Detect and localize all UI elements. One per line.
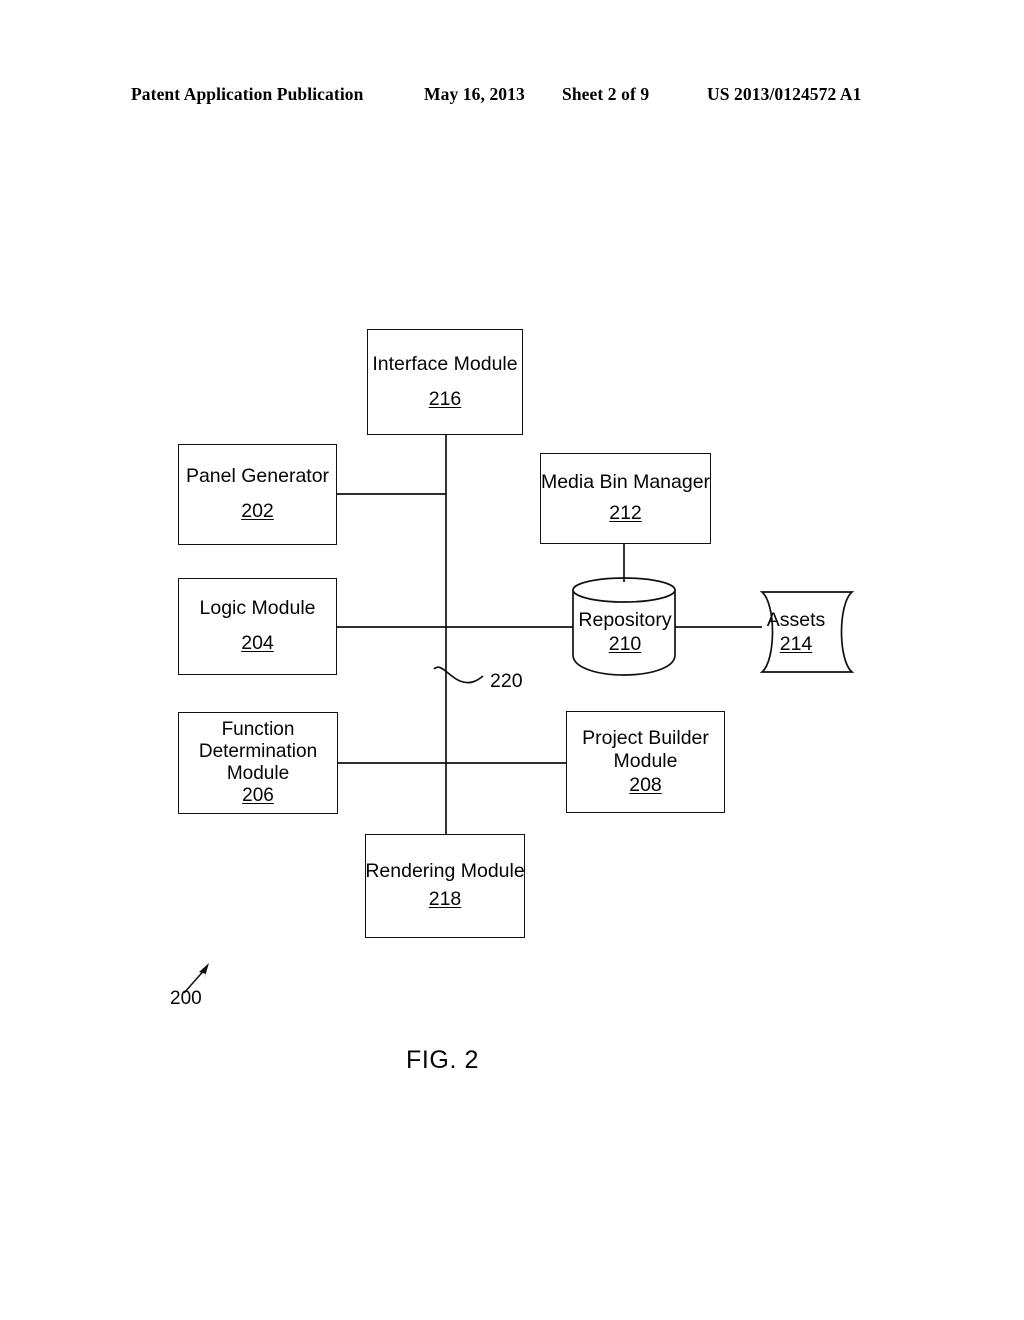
node-logic-module[interactable]: Logic Module 204 bbox=[178, 578, 337, 675]
node-panel-generator-label: Panel Generator bbox=[185, 465, 330, 488]
diagram-connectors-layer bbox=[183, 435, 855, 994]
node-logic-module-ref: 204 bbox=[241, 632, 274, 654]
node-media-bin-manager-ref: 212 bbox=[609, 502, 642, 524]
node-function-determination-module-label-line3: Module bbox=[226, 763, 290, 784]
node-panel-generator[interactable]: Panel Generator 202 bbox=[178, 444, 337, 545]
node-project-builder-module-ref: 208 bbox=[629, 773, 662, 796]
assets-tape-shape bbox=[759, 591, 855, 673]
node-function-determination-module-label-line1: Function bbox=[221, 718, 295, 740]
node-logic-module-label: Logic Module bbox=[199, 597, 316, 620]
figure-2-diagram: Interface Module 216 Panel Generator 202… bbox=[0, 0, 1024, 1320]
system-leader-arrowhead-200 bbox=[199, 963, 209, 980]
node-interface-module-label: Interface Module bbox=[372, 352, 518, 375]
node-rendering-module[interactable]: Rendering Module 218 bbox=[365, 834, 525, 938]
node-project-builder-module[interactable]: Project Builder Module 208 bbox=[566, 711, 725, 813]
node-rendering-module-label: Rendering Module bbox=[365, 860, 525, 883]
node-function-determination-module-label-line2: Determination bbox=[198, 740, 318, 762]
node-media-bin-manager[interactable]: Media Bin Manager 212 bbox=[540, 453, 711, 544]
bus-reference-label-220: 220 bbox=[490, 670, 523, 692]
node-media-bin-manager-label: Media Bin Manager bbox=[540, 471, 711, 494]
node-function-determination-module-ref: 206 bbox=[242, 785, 274, 807]
bus-leader-squiggle-220 bbox=[433, 666, 484, 684]
system-reference-label-200: 200 bbox=[170, 988, 202, 1009]
node-function-determination-module[interactable]: Function Determination Module 206 bbox=[178, 712, 338, 814]
node-project-builder-module-label-line2: Module bbox=[613, 750, 678, 773]
node-interface-module[interactable]: Interface Module 216 bbox=[367, 329, 523, 435]
figure-caption: FIG. 2 bbox=[406, 1046, 480, 1074]
node-rendering-module-ref: 218 bbox=[428, 888, 462, 910]
node-interface-module-ref: 216 bbox=[428, 387, 462, 410]
node-project-builder-module-label-line1: Project Builder bbox=[582, 726, 709, 749]
node-panel-generator-ref: 202 bbox=[241, 500, 274, 522]
